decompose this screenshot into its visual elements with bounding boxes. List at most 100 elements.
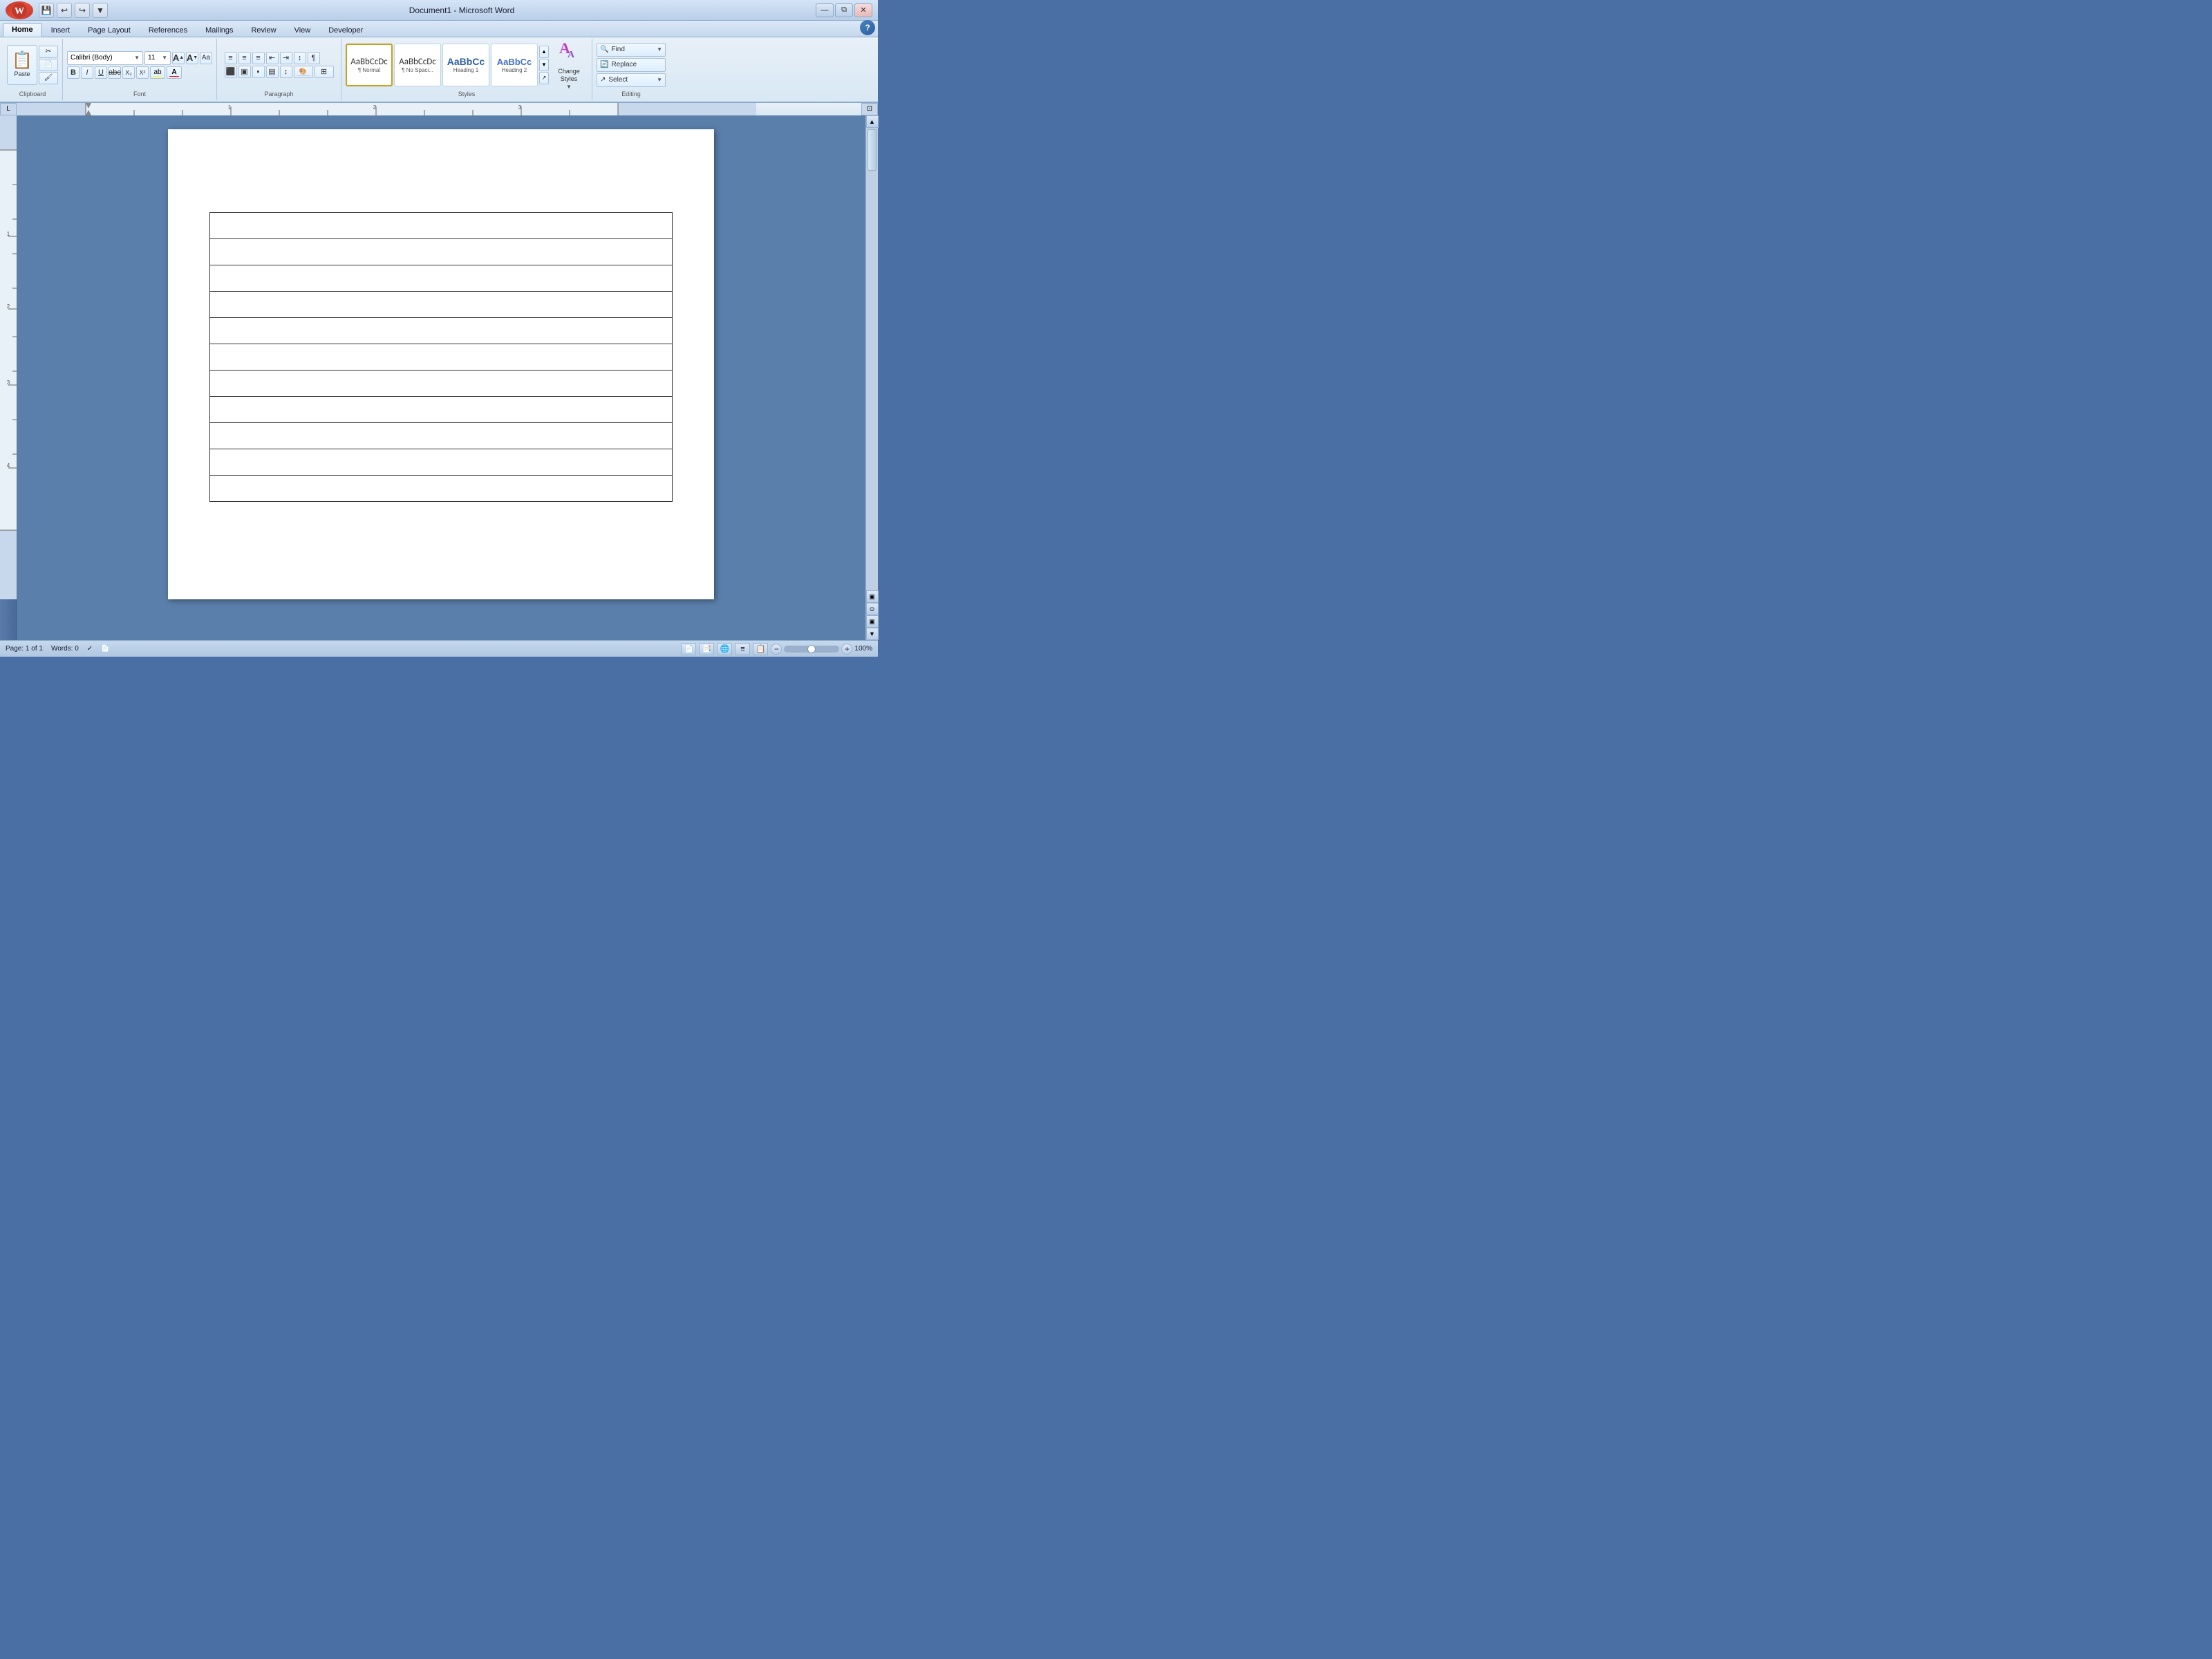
tab-mailings[interactable]: Mailings bbox=[196, 24, 242, 37]
table-cell[interactable] bbox=[210, 397, 673, 423]
font-grow-button[interactable]: A▲ bbox=[172, 52, 185, 64]
align-right-button[interactable]: ▪ bbox=[252, 66, 265, 78]
font-shrink-button[interactable]: A▼ bbox=[186, 52, 198, 64]
styles-label[interactable]: Styles bbox=[458, 89, 476, 99]
clear-format-button[interactable]: Aa bbox=[200, 52, 212, 64]
undo-qat-button[interactable]: ↩ bbox=[57, 3, 72, 18]
format-painter-button[interactable]: 🖌 bbox=[39, 72, 58, 84]
line-spacing-button[interactable]: ↕ bbox=[280, 66, 292, 78]
table-row[interactable] bbox=[210, 397, 673, 423]
cut-button[interactable]: ✂ bbox=[39, 46, 58, 58]
view-web-button[interactable]: 🌐 bbox=[717, 643, 732, 655]
style-nospace-card[interactable]: AaBbCcDc ¶ No Spaci... bbox=[394, 44, 441, 86]
style-h1-card[interactable]: AaBbCc Heading 1 bbox=[442, 44, 489, 86]
styles-scroll-up[interactable]: ▲ bbox=[539, 46, 549, 58]
highlight-color-button[interactable]: ab bbox=[150, 66, 165, 79]
font-name-selector[interactable]: Calibri (Body) ▼ bbox=[67, 51, 143, 65]
tab-page-layout[interactable]: Page Layout bbox=[79, 24, 140, 37]
table-row[interactable] bbox=[210, 371, 673, 397]
font-label[interactable]: Font bbox=[133, 89, 146, 99]
vertical-scrollbar[interactable]: ▲ ▣ ⊙ ▣ ▼ bbox=[865, 115, 878, 640]
tab-stop-button[interactable]: L bbox=[0, 103, 17, 115]
strikethrough-button[interactable]: abc bbox=[109, 66, 121, 79]
table-cell[interactable] bbox=[210, 423, 673, 449]
scroll-track[interactable] bbox=[866, 128, 878, 590]
align-left-button[interactable]: ⬛ bbox=[225, 66, 237, 78]
decrease-indent-button[interactable]: ⇤ bbox=[266, 52, 279, 64]
scroll-select[interactable]: ⊙ bbox=[866, 603, 879, 615]
table-row[interactable] bbox=[210, 265, 673, 292]
table-cell[interactable] bbox=[210, 449, 673, 476]
restore-button[interactable]: ⧉ bbox=[835, 3, 853, 17]
increase-indent-button[interactable]: ⇥ bbox=[280, 52, 292, 64]
paragraph-label[interactable]: Paragraph bbox=[264, 89, 293, 99]
table-cell[interactable] bbox=[210, 476, 673, 502]
bold-button[interactable]: B bbox=[67, 66, 79, 79]
scroll-page-down[interactable]: ▣ bbox=[866, 615, 879, 628]
table-row[interactable] bbox=[210, 449, 673, 476]
zoom-slider[interactable] bbox=[784, 646, 839, 653]
copy-button[interactable]: 📄 bbox=[39, 59, 58, 71]
font-size-selector[interactable]: 11 ▼ bbox=[144, 51, 171, 65]
view-print-button[interactable]: 📄 bbox=[681, 643, 696, 655]
scroll-up-button[interactable]: ▲ bbox=[866, 115, 879, 128]
document-area[interactable] bbox=[17, 115, 865, 640]
document-page[interactable] bbox=[168, 129, 714, 599]
shading-button[interactable]: 🎨 bbox=[294, 66, 313, 78]
zoom-thumb[interactable] bbox=[807, 645, 816, 653]
table-row[interactable] bbox=[210, 292, 673, 318]
table-row[interactable] bbox=[210, 239, 673, 265]
italic-button[interactable]: I bbox=[81, 66, 93, 79]
table-cell[interactable] bbox=[210, 213, 673, 239]
table-row[interactable] bbox=[210, 476, 673, 502]
clipboard-label[interactable]: Clipboard bbox=[19, 89, 46, 99]
borders-button[interactable]: ⊞ bbox=[315, 66, 334, 78]
help-button[interactable]: ? bbox=[860, 20, 875, 35]
find-button[interactable]: 🔍 Find ▼ bbox=[597, 43, 666, 57]
styles-expand[interactable]: ↗ bbox=[539, 72, 549, 84]
table-row[interactable] bbox=[210, 318, 673, 344]
ruler-right-button[interactable]: ⊡ bbox=[861, 103, 878, 115]
editing-label[interactable]: Editing bbox=[621, 89, 641, 99]
superscript-button[interactable]: X² bbox=[136, 66, 149, 79]
scroll-page-up[interactable]: ▣ bbox=[866, 590, 879, 603]
styles-scroll-down[interactable]: ▼ bbox=[539, 59, 549, 71]
multilevel-button[interactable]: ≡ bbox=[252, 52, 265, 64]
view-outline-button[interactable]: ≡ bbox=[735, 643, 750, 655]
sort-button[interactable]: ↕ bbox=[294, 52, 306, 64]
tab-developer[interactable]: Developer bbox=[319, 24, 372, 37]
align-center-button[interactable]: ▣ bbox=[238, 66, 251, 78]
zoom-out-button[interactable]: − bbox=[771, 644, 782, 655]
subscript-button[interactable]: X₂ bbox=[122, 66, 135, 79]
tab-insert[interactable]: Insert bbox=[42, 24, 79, 37]
horizontal-ruler[interactable]: 1 2 3 bbox=[17, 103, 861, 115]
justify-button[interactable]: ▤ bbox=[266, 66, 279, 78]
table-cell[interactable] bbox=[210, 344, 673, 371]
bullets-button[interactable]: ≡ bbox=[225, 52, 237, 64]
table-cell[interactable] bbox=[210, 265, 673, 292]
table-row[interactable] bbox=[210, 423, 673, 449]
table-cell[interactable] bbox=[210, 239, 673, 265]
style-normal-card[interactable]: AaBbCcDc ¶ Normal bbox=[346, 44, 393, 86]
minimize-button[interactable]: — bbox=[816, 3, 834, 17]
view-draft-button[interactable]: 📋 bbox=[753, 643, 768, 655]
table-row[interactable] bbox=[210, 344, 673, 371]
underline-button[interactable]: U bbox=[95, 66, 107, 79]
document-table[interactable] bbox=[209, 212, 673, 502]
save-qat-button[interactable]: 💾 bbox=[39, 3, 54, 18]
view-fullscreen-button[interactable]: 📑 bbox=[699, 643, 714, 655]
style-h2-card[interactable]: AaBbCc Heading 2 bbox=[491, 44, 538, 86]
redo-qat-button[interactable]: ↪ bbox=[75, 3, 90, 18]
tab-home[interactable]: Home bbox=[3, 23, 42, 37]
office-button[interactable]: W bbox=[6, 1, 33, 19]
table-row[interactable] bbox=[210, 213, 673, 239]
select-button[interactable]: ↗ Select ▼ bbox=[597, 73, 666, 87]
font-color-button[interactable]: A bbox=[167, 66, 182, 79]
scroll-thumb[interactable] bbox=[868, 129, 877, 171]
table-cell[interactable] bbox=[210, 371, 673, 397]
tab-view[interactable]: View bbox=[285, 24, 320, 37]
change-styles-button[interactable]: A A ChangeStyles ▼ bbox=[550, 44, 588, 86]
paste-button[interactable]: 📋 Paste bbox=[7, 45, 37, 85]
table-cell[interactable] bbox=[210, 318, 673, 344]
qat-dropdown-button[interactable]: ▼ bbox=[93, 3, 108, 18]
